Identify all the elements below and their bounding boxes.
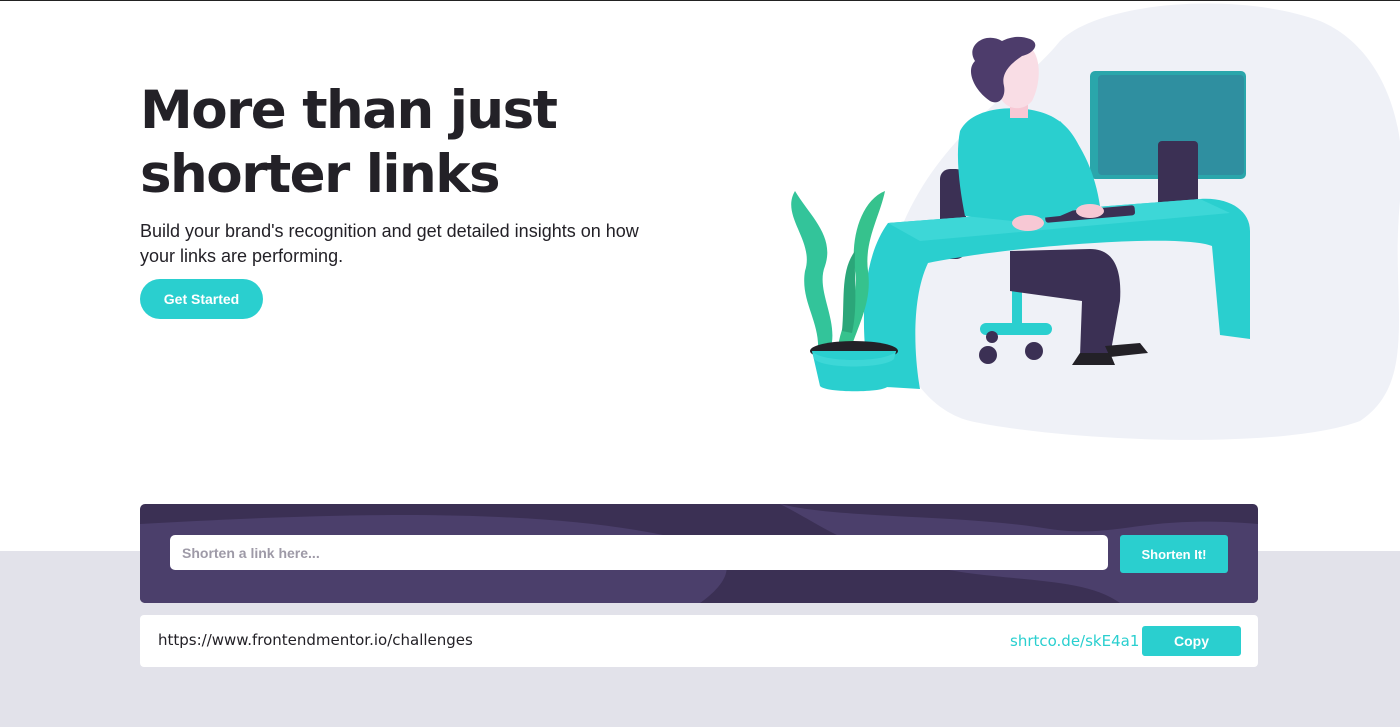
shorten-button[interactable]: Shorten It! (1120, 535, 1228, 573)
hero-title-line-2: shorter links (140, 144, 501, 205)
copy-button[interactable]: Copy (1142, 626, 1241, 656)
person-working-illustration (760, 1, 1400, 441)
shorten-form: Shorten It! (140, 504, 1258, 603)
link-input[interactable] (170, 535, 1108, 570)
get-started-button[interactable]: Get Started (140, 279, 263, 319)
hero: More than just shorter links Build your … (140, 79, 660, 269)
hero-title-line-1: More than just (140, 80, 558, 141)
hero-title: More than just shorter links (140, 79, 660, 207)
short-url[interactable]: shrtco.de/skE4a1 (1010, 632, 1139, 650)
original-url: https://www.frontendmentor.io/challenges (158, 631, 473, 649)
hero-subtitle: Build your brand's recognition and get d… (140, 221, 639, 266)
shortened-link-result: https://www.frontendmentor.io/challenges… (140, 615, 1258, 667)
